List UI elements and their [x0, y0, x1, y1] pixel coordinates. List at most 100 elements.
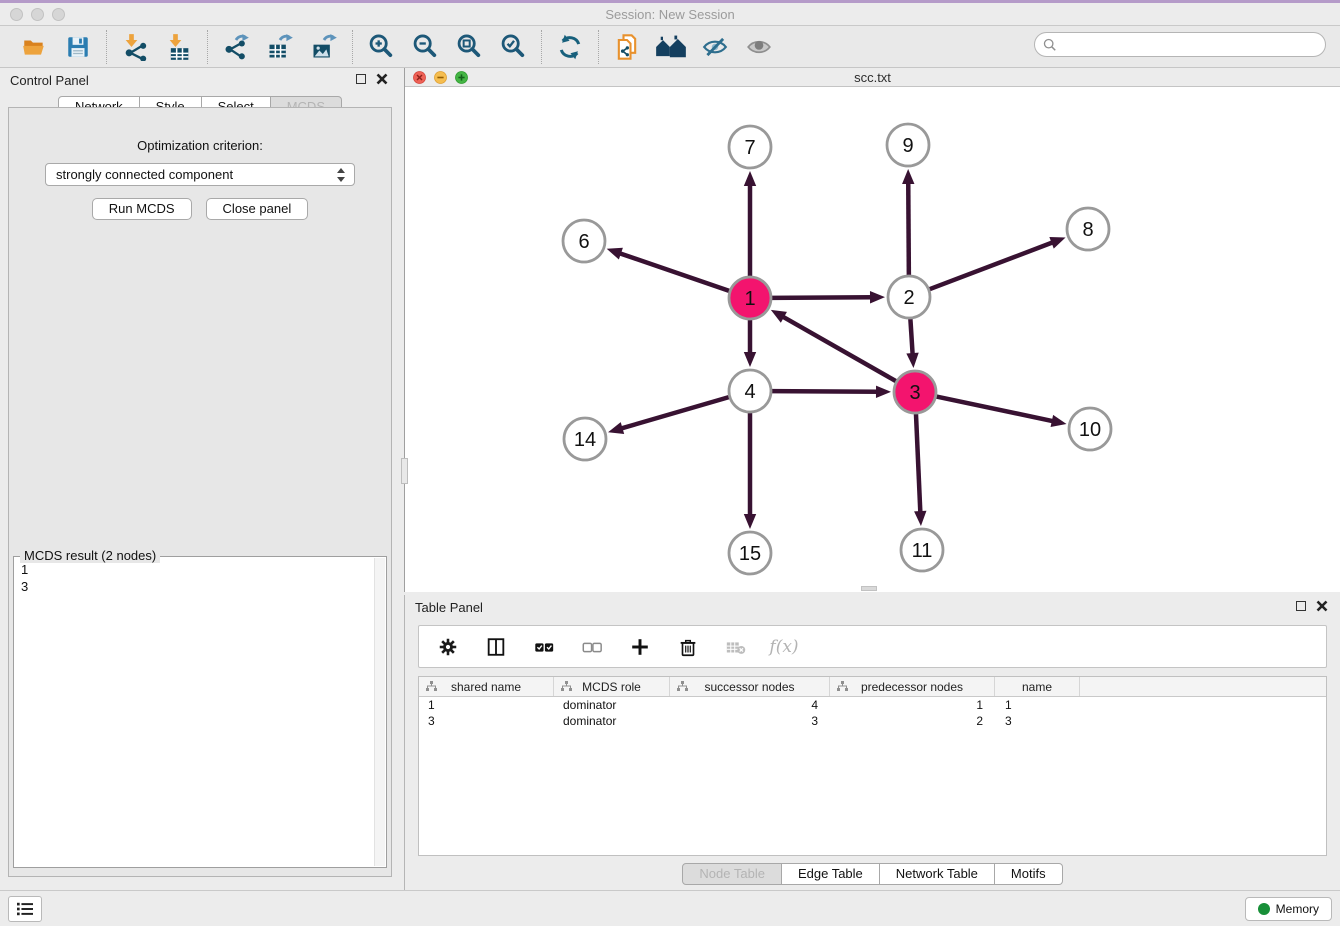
graph-edge-arrowhead	[744, 514, 756, 529]
open-session-icon[interactable]	[18, 32, 50, 62]
hide-graphics-icon[interactable]	[699, 32, 731, 62]
show-graphics-icon[interactable]	[743, 32, 775, 62]
window-title: Session: New Session	[0, 7, 1340, 22]
network-canvas[interactable]: 7968124314101511	[405, 87, 1340, 592]
graph-edge-2-9[interactable]	[908, 181, 909, 275]
table-row[interactable]: 1 dominator 4 1 1	[419, 697, 1326, 713]
home-icon[interactable]	[655, 32, 687, 62]
graph-node-label: 2	[903, 287, 914, 309]
toolbar-separator	[207, 30, 208, 64]
criterion-value: strongly connected component	[56, 167, 233, 182]
statusbar: Memory	[0, 890, 1340, 926]
graph-edge-3-10[interactable]	[937, 397, 1055, 422]
graph-node-label: 7	[744, 137, 755, 159]
cell-mcds-role: dominator	[554, 697, 670, 713]
network-view-window: scc.txt 7968124314101511	[404, 68, 1340, 592]
column-header-successor-nodes[interactable]: successor nodes	[670, 677, 830, 696]
graph-edge-3-11[interactable]	[916, 414, 920, 514]
panel-splitter-handle[interactable]	[401, 458, 408, 484]
tab-network-table[interactable]: Network Table	[880, 863, 995, 885]
optimization-criterion-label: Optimization criterion:	[9, 138, 391, 153]
sort-icon	[837, 681, 848, 692]
cell-name: 1	[995, 697, 1080, 713]
table-row[interactable]: 3 dominator 3 2 3	[419, 713, 1326, 729]
criterion-select[interactable]: strongly connected component	[45, 163, 355, 186]
graph-node-label: 10	[1079, 419, 1101, 441]
zoom-fit-icon[interactable]	[453, 32, 485, 62]
graph-edge-arrowhead	[607, 248, 623, 260]
function-builder-icon: f(x)	[771, 633, 797, 661]
export-image-icon[interactable]	[308, 32, 340, 62]
graph-edge-arrowhead	[1049, 237, 1065, 249]
task-history-button[interactable]	[8, 896, 42, 922]
column-header-shared-name[interactable]: shared name	[419, 677, 554, 696]
run-mcds-button[interactable]: Run MCDS	[92, 198, 192, 220]
cell-successor-nodes: 4	[670, 697, 830, 713]
column-header-mcds-role[interactable]: MCDS role	[554, 677, 670, 696]
mcds-result-line: 3	[21, 578, 373, 595]
select-all-icon[interactable]	[531, 633, 557, 661]
graph-node-label: 14	[574, 429, 596, 451]
import-network-icon[interactable]	[119, 32, 151, 62]
new-network-from-selection-icon[interactable]	[611, 32, 643, 62]
tab-edge-table[interactable]: Edge Table	[782, 863, 880, 885]
close-panel-icon[interactable]	[376, 73, 388, 85]
search-input[interactable]	[1057, 35, 1325, 55]
refresh-icon[interactable]	[554, 32, 586, 62]
graph-edge-arrowhead	[876, 386, 891, 398]
table-settings-gear-icon[interactable]	[435, 633, 461, 661]
graph-edge-3-1[interactable]	[781, 316, 896, 381]
deselect-all-icon[interactable]	[579, 633, 605, 661]
show-columns-icon[interactable]	[483, 633, 509, 661]
column-header-name[interactable]: name	[995, 677, 1080, 696]
column-header-predecessor-nodes[interactable]: predecessor nodes	[830, 677, 995, 696]
graph-node-label: 6	[578, 231, 589, 253]
memory-label: Memory	[1276, 902, 1319, 916]
cell-shared-name: 3	[419, 713, 554, 729]
create-column-icon[interactable]	[627, 633, 653, 661]
table-tabs: Node Table Edge Table Network Table Moti…	[405, 863, 1340, 885]
tab-node-table[interactable]: Node Table	[682, 863, 782, 885]
zoom-selected-icon[interactable]	[497, 32, 529, 62]
cell-shared-name: 1	[419, 697, 554, 713]
zoom-out-icon[interactable]	[409, 32, 441, 62]
memory-button[interactable]: Memory	[1245, 897, 1332, 921]
zoom-in-icon[interactable]	[365, 32, 397, 62]
graph-edge-1-2[interactable]	[772, 297, 873, 298]
save-session-icon[interactable]	[62, 32, 94, 62]
graph-edge-arrowhead	[608, 422, 624, 434]
cell-name: 3	[995, 713, 1080, 729]
graph-edge-arrowhead	[902, 169, 914, 184]
export-table-icon[interactable]	[264, 32, 296, 62]
graph-edge-2-8[interactable]	[930, 242, 1055, 289]
graph-edge-arrowhead	[744, 171, 756, 186]
titlebar: Session: New Session	[0, 0, 1340, 26]
graph-edge-arrowhead	[906, 353, 918, 368]
cell-successor-nodes: 3	[670, 713, 830, 729]
import-table-icon[interactable]	[163, 32, 195, 62]
application-window: Session: New Session	[0, 0, 1340, 926]
mcds-result-line: 1	[21, 561, 373, 578]
toolbar-separator	[352, 30, 353, 64]
sort-icon	[426, 681, 437, 692]
list-icon	[16, 901, 34, 917]
canvas-resize-handle[interactable]	[861, 586, 877, 591]
graph-edge-arrowhead	[870, 291, 885, 303]
graph-edge-4-3[interactable]	[772, 391, 879, 392]
select-stepper-icon	[337, 168, 346, 182]
graph-edge-2-3[interactable]	[910, 319, 912, 356]
float-panel-icon[interactable]	[356, 74, 366, 84]
close-table-panel-icon[interactable]	[1316, 600, 1328, 612]
float-table-panel-icon[interactable]	[1296, 601, 1306, 611]
delete-column-icon[interactable]	[675, 633, 701, 661]
export-network-icon[interactable]	[220, 32, 252, 62]
tab-motifs[interactable]: Motifs	[995, 863, 1063, 885]
close-panel-button[interactable]: Close panel	[206, 198, 309, 220]
graph-edge-arrowhead	[914, 511, 926, 526]
network-window-titlebar: scc.txt	[405, 68, 1340, 87]
graph-node-label: 11	[912, 540, 933, 562]
graph-edge-4-14[interactable]	[620, 397, 729, 429]
mcds-result-list[interactable]: 1 3	[16, 561, 373, 865]
graph-edge-1-6[interactable]	[618, 253, 729, 291]
result-scrollbar[interactable]	[374, 558, 385, 866]
